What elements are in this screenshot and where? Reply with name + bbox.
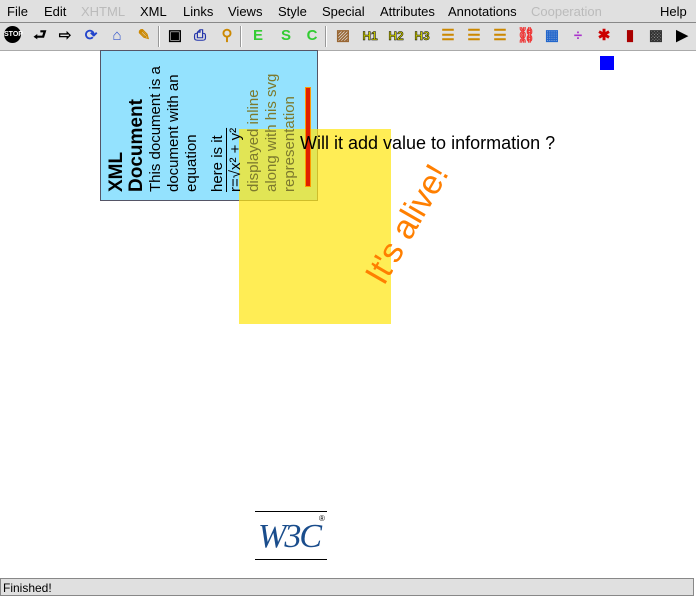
menu-xml[interactable]: XML bbox=[140, 4, 167, 19]
print-icon[interactable]: ⎙ bbox=[190, 26, 210, 46]
box-text: This document is a document with an equa… bbox=[147, 66, 200, 192]
image-icon[interactable]: ▨ bbox=[333, 26, 353, 46]
menu-links[interactable]: Links bbox=[183, 4, 213, 19]
find-icon[interactable]: ⚲ bbox=[217, 26, 237, 46]
box-text-2: displayed inline along with his svg repr… bbox=[245, 73, 298, 192]
chart-icon[interactable]: ▮ bbox=[620, 26, 640, 46]
toolbar: STOP ⮐ ⇨ ⟳ ⌂ ✎ ▣ ⎙ ⚲ E S C ▨ H1 H2 H3 ☰ ☰ ☰ ⛓ ▦ ÷ ✱ ▮ ▩ ▶ bbox=[0, 23, 696, 51]
h1-icon[interactable]: H1 bbox=[360, 26, 380, 46]
stop-icon[interactable]: STOP bbox=[4, 26, 23, 43]
back-icon[interactable]: ⮐ bbox=[30, 26, 50, 46]
play-icon[interactable]: ▶ bbox=[672, 26, 692, 46]
menu-edit[interactable]: Edit bbox=[44, 4, 66, 19]
status-bar: Finished! bbox=[0, 578, 694, 596]
home-icon[interactable]: ⌂ bbox=[107, 26, 127, 46]
menu-style[interactable]: Style bbox=[278, 4, 307, 19]
h3-icon[interactable]: H3 bbox=[412, 26, 432, 46]
strong-icon[interactable]: S bbox=[276, 26, 296, 46]
toolbar-separator bbox=[325, 26, 327, 47]
h2-icon[interactable]: H2 bbox=[386, 26, 406, 46]
xml-document-box: XML Document This document is a document… bbox=[101, 51, 317, 200]
menu-special[interactable]: Special bbox=[322, 4, 365, 19]
menu-views[interactable]: Views bbox=[228, 4, 262, 19]
toolbar-separator bbox=[240, 26, 242, 47]
w3c-logo[interactable]: W3C ® bbox=[255, 511, 327, 560]
equation-label: here is it bbox=[209, 135, 226, 192]
menu-file[interactable]: File bbox=[7, 4, 28, 19]
menu-help[interactable]: Help bbox=[660, 4, 687, 19]
movie-icon[interactable]: ▩ bbox=[646, 26, 666, 46]
forward-icon[interactable]: ⇨ bbox=[55, 26, 75, 46]
menu-cooperation[interactable]: Cooperation bbox=[531, 4, 602, 19]
code-icon[interactable]: C bbox=[302, 26, 322, 46]
blue-square bbox=[600, 56, 614, 70]
menu-attributes[interactable]: Attributes bbox=[380, 4, 435, 19]
menu-bar: File Edit XHTML XML Links Views Style Special At… bbox=[0, 0, 696, 23]
emphasis-icon[interactable]: E bbox=[248, 26, 268, 46]
box-title: XML Document bbox=[106, 99, 147, 192]
toolbar-separator bbox=[158, 26, 160, 47]
menu-xhtml[interactable]: XHTML bbox=[81, 4, 125, 19]
definition-list-icon[interactable]: ☰ bbox=[490, 26, 510, 46]
reload-icon[interactable]: ⟳ bbox=[81, 26, 101, 46]
question-text: Will it add value to information ? bbox=[300, 133, 556, 153]
save-icon[interactable]: ▣ bbox=[165, 26, 185, 46]
link-icon[interactable]: ⛓ bbox=[516, 26, 536, 46]
bulleted-list-icon[interactable]: ☰ bbox=[438, 26, 458, 46]
math-icon[interactable]: ÷ bbox=[568, 26, 588, 46]
menu-annotations[interactable]: Annotations bbox=[448, 4, 517, 19]
table-icon[interactable]: ▦ bbox=[542, 26, 562, 46]
equation: r=√x² + y² bbox=[227, 127, 244, 192]
edit-icon[interactable]: ✎ bbox=[134, 26, 154, 46]
svg-icon[interactable]: ✱ bbox=[594, 26, 614, 46]
numbered-list-icon[interactable]: ☰ bbox=[464, 26, 484, 46]
